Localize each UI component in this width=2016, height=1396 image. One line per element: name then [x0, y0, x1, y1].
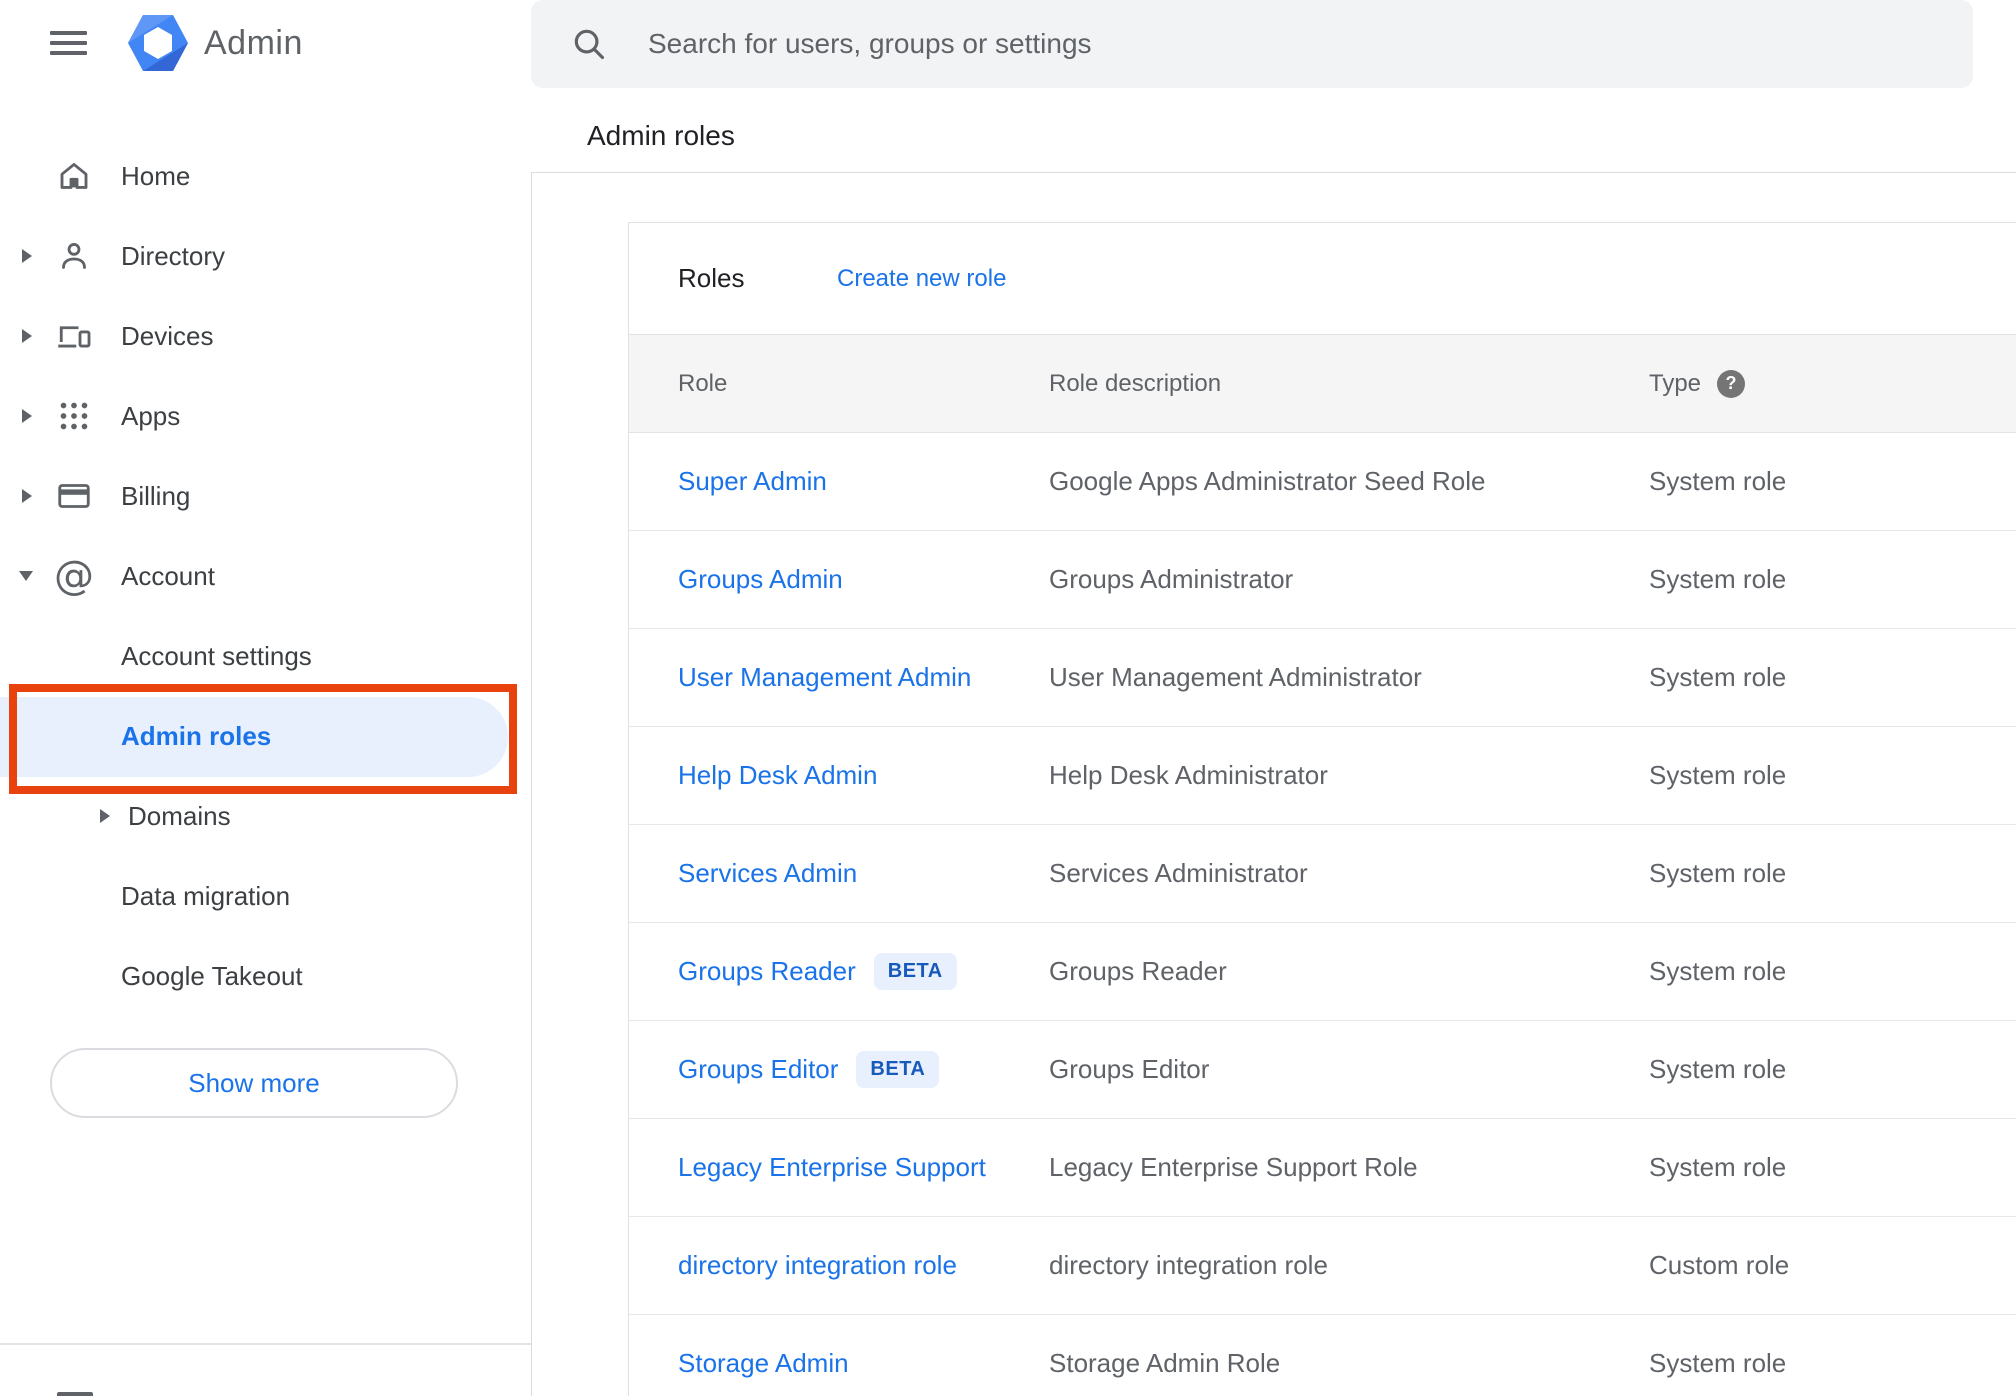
table-row: Storage Admin Storage Admin Role System …: [629, 1315, 2016, 1396]
role-link[interactable]: Storage Admin: [678, 1348, 849, 1379]
create-new-role-link[interactable]: Create new role: [837, 223, 1006, 334]
table-row: User Management Admin User Management Ad…: [629, 629, 2016, 727]
role-type: System role: [1649, 858, 1787, 888]
sidebar-item-account[interactable]: @ Account: [0, 536, 531, 616]
table-row: directory integration role directory int…: [629, 1217, 2016, 1315]
sidebar-item-domains[interactable]: Domains: [0, 776, 531, 856]
sidebar-content-divider: [531, 172, 532, 1396]
sidebar-item-data-migration[interactable]: Data migration: [0, 856, 531, 936]
role-type: System role: [1649, 1152, 1787, 1182]
sidebar-item-apps[interactable]: Apps: [0, 376, 531, 456]
role-link[interactable]: User Management Admin: [678, 662, 971, 693]
at-icon: @: [54, 553, 94, 599]
role-type: System role: [1649, 466, 1787, 496]
column-header-description: Role description: [1049, 369, 1222, 397]
header-divider: [531, 172, 2016, 173]
menu-icon[interactable]: [50, 31, 87, 55]
role-description: Services Administrator: [1049, 858, 1308, 888]
admin-logo-icon: [128, 15, 188, 71]
sidebar-item-devices[interactable]: Devices: [0, 296, 531, 376]
role-link[interactable]: Groups Editor: [678, 1054, 838, 1085]
role-description: Google Apps Administrator Seed Role: [1049, 466, 1486, 496]
chevron-right-icon[interactable]: [22, 489, 32, 503]
role-description: User Management Administrator: [1049, 662, 1422, 692]
apps-grid-icon: [55, 397, 93, 435]
help-icon[interactable]: ?: [1717, 369, 1746, 398]
table-row: Super Admin Google Apps Administrator Se…: [629, 433, 2016, 531]
role-description: Groups Administrator: [1049, 564, 1294, 594]
sidebar-item-google-takeout[interactable]: Google Takeout: [0, 936, 531, 1016]
table-row: Groups Reader BETA Groups Reader System …: [629, 923, 2016, 1021]
search-icon: [574, 29, 605, 60]
chevron-right-icon[interactable]: [22, 329, 32, 343]
chevron-right-icon[interactable]: [100, 809, 110, 823]
devices-icon: [55, 317, 93, 355]
role-type: System role: [1649, 1054, 1787, 1084]
sidebar-item-directory[interactable]: Directory: [0, 216, 531, 296]
search-input[interactable]: [648, 28, 1848, 60]
column-header-type: Type: [1649, 369, 1702, 397]
sidebar-nav: Home Directory Devices Apps Billing @ Ac…: [0, 136, 531, 1016]
roles-card-header: Roles Create new role: [629, 223, 2016, 334]
roles-card: Roles Create new role Role Role descript…: [628, 222, 2016, 1396]
app-title: Admin: [204, 23, 303, 62]
role-link[interactable]: Super Admin: [678, 466, 827, 497]
role-type: System role: [1649, 760, 1787, 790]
table-row: Help Desk Admin Help Desk Administrator …: [629, 727, 2016, 825]
role-description: Groups Editor: [1049, 1054, 1210, 1084]
table-header-row: Role Role description Type ?: [629, 334, 2016, 433]
role-link[interactable]: Legacy Enterprise Support: [678, 1152, 986, 1183]
role-type: System role: [1649, 1348, 1787, 1378]
chevron-right-icon[interactable]: [22, 249, 32, 263]
beta-badge: BETA: [873, 953, 957, 990]
table-row: Groups Admin Groups Administrator System…: [629, 531, 2016, 629]
role-type: System role: [1649, 956, 1787, 986]
sidebar-item-home[interactable]: Home: [0, 136, 531, 216]
role-description: Help Desk Administrator: [1049, 760, 1328, 790]
role-description: Legacy Enterprise Support Role: [1049, 1152, 1418, 1182]
role-link[interactable]: Groups Reader: [678, 956, 856, 987]
sidebar-item-account-settings[interactable]: Account settings: [0, 616, 531, 696]
role-description: Groups Reader: [1049, 956, 1227, 986]
role-description: Storage Admin Role: [1049, 1348, 1281, 1378]
breadcrumb: Admin roles: [587, 120, 735, 151]
role-link[interactable]: Help Desk Admin: [678, 760, 877, 791]
chevron-down-icon[interactable]: [19, 571, 33, 581]
sidebar-bottom-divider: [0, 1343, 531, 1345]
role-link[interactable]: Groups Admin: [678, 564, 843, 595]
role-link[interactable]: Services Admin: [678, 858, 857, 889]
search-bar[interactable]: [531, 0, 1973, 88]
table-row: Groups Editor BETA Groups Editor System …: [629, 1021, 2016, 1119]
partial-clipped-icon: [57, 1392, 93, 1396]
role-link[interactable]: directory integration role: [678, 1250, 957, 1281]
table-row: Services Admin Services Administrator Sy…: [629, 825, 2016, 923]
column-header-role: Role: [678, 369, 728, 397]
person-icon: [55, 237, 93, 275]
beta-badge: BETA: [856, 1051, 940, 1088]
role-type: System role: [1649, 564, 1787, 594]
sidebar-item-admin-roles[interactable]: Admin roles: [0, 696, 531, 776]
admin-logo: Admin: [128, 14, 303, 72]
role-type: Custom role: [1649, 1250, 1790, 1280]
role-type: System role: [1649, 662, 1787, 692]
chevron-right-icon[interactable]: [22, 409, 32, 423]
credit-card-icon: [55, 477, 93, 515]
card-title: Roles: [678, 263, 745, 293]
sidebar-item-billing[interactable]: Billing: [0, 456, 531, 536]
admin-console-screen: Admin Admin roles Home: [0, 0, 2016, 1396]
role-description: directory integration role: [1049, 1250, 1328, 1280]
table-row: Legacy Enterprise Support Legacy Enterpr…: [629, 1119, 2016, 1217]
show-more-button[interactable]: Show more: [50, 1048, 458, 1118]
roles-table-body: Super Admin Google Apps Administrator Se…: [629, 433, 2016, 1396]
home-icon: [55, 157, 93, 195]
